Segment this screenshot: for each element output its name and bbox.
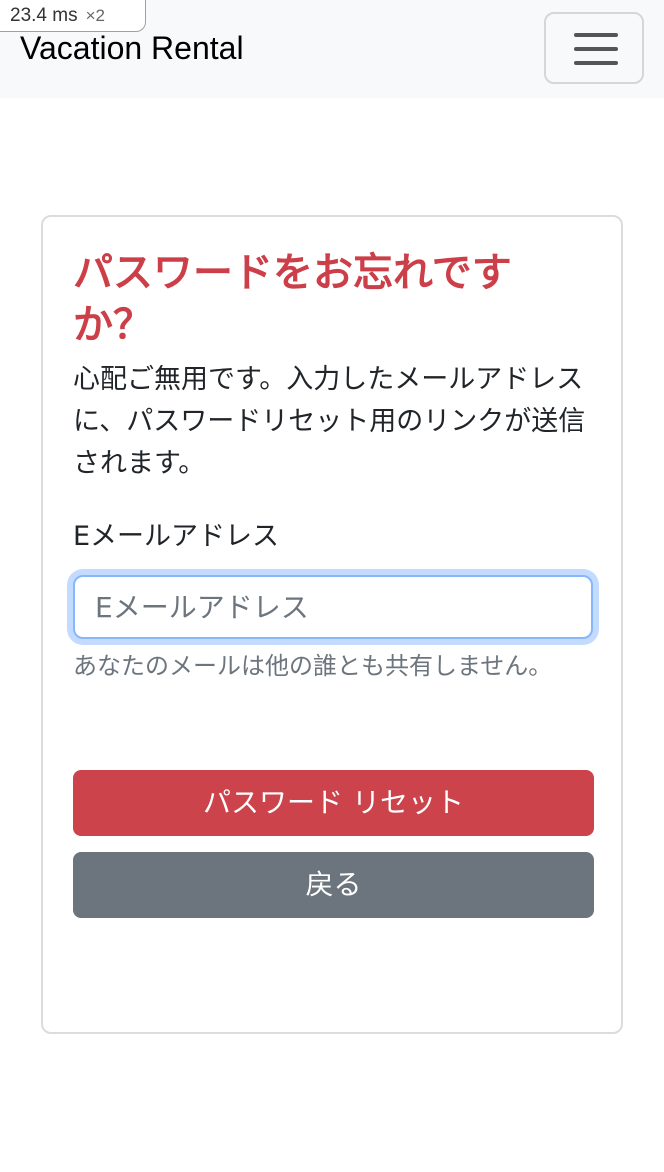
email-label: Eメールアドレス	[73, 521, 280, 552]
perf-time: 23.4 ms	[10, 5, 78, 26]
back-button[interactable]: 戻る	[73, 852, 594, 918]
card-description: 心配ご無用です。入力したメールアドレスに、パスワードリセット用のリンクが送信され…	[73, 364, 586, 479]
navbar-toggler-button[interactable]	[544, 12, 644, 84]
perf-badge: 23.4 ms ×2	[0, 0, 146, 32]
email-help-text: あなたのメールは他の誰とも共有しません。	[73, 652, 553, 680]
email-input[interactable]	[73, 575, 593, 639]
navbar-brand[interactable]: Vacation Rental	[20, 26, 244, 70]
page-title: パスワードをお忘れですか？	[73, 250, 512, 348]
reset-password-button[interactable]: パスワード リセット	[73, 770, 594, 836]
forgot-password-card: パスワードをお忘れですか？ 心配ご無用です。入力したメールアドレスに、パスワード…	[41, 215, 623, 1034]
perf-multiplier: ×2	[85, 6, 105, 25]
